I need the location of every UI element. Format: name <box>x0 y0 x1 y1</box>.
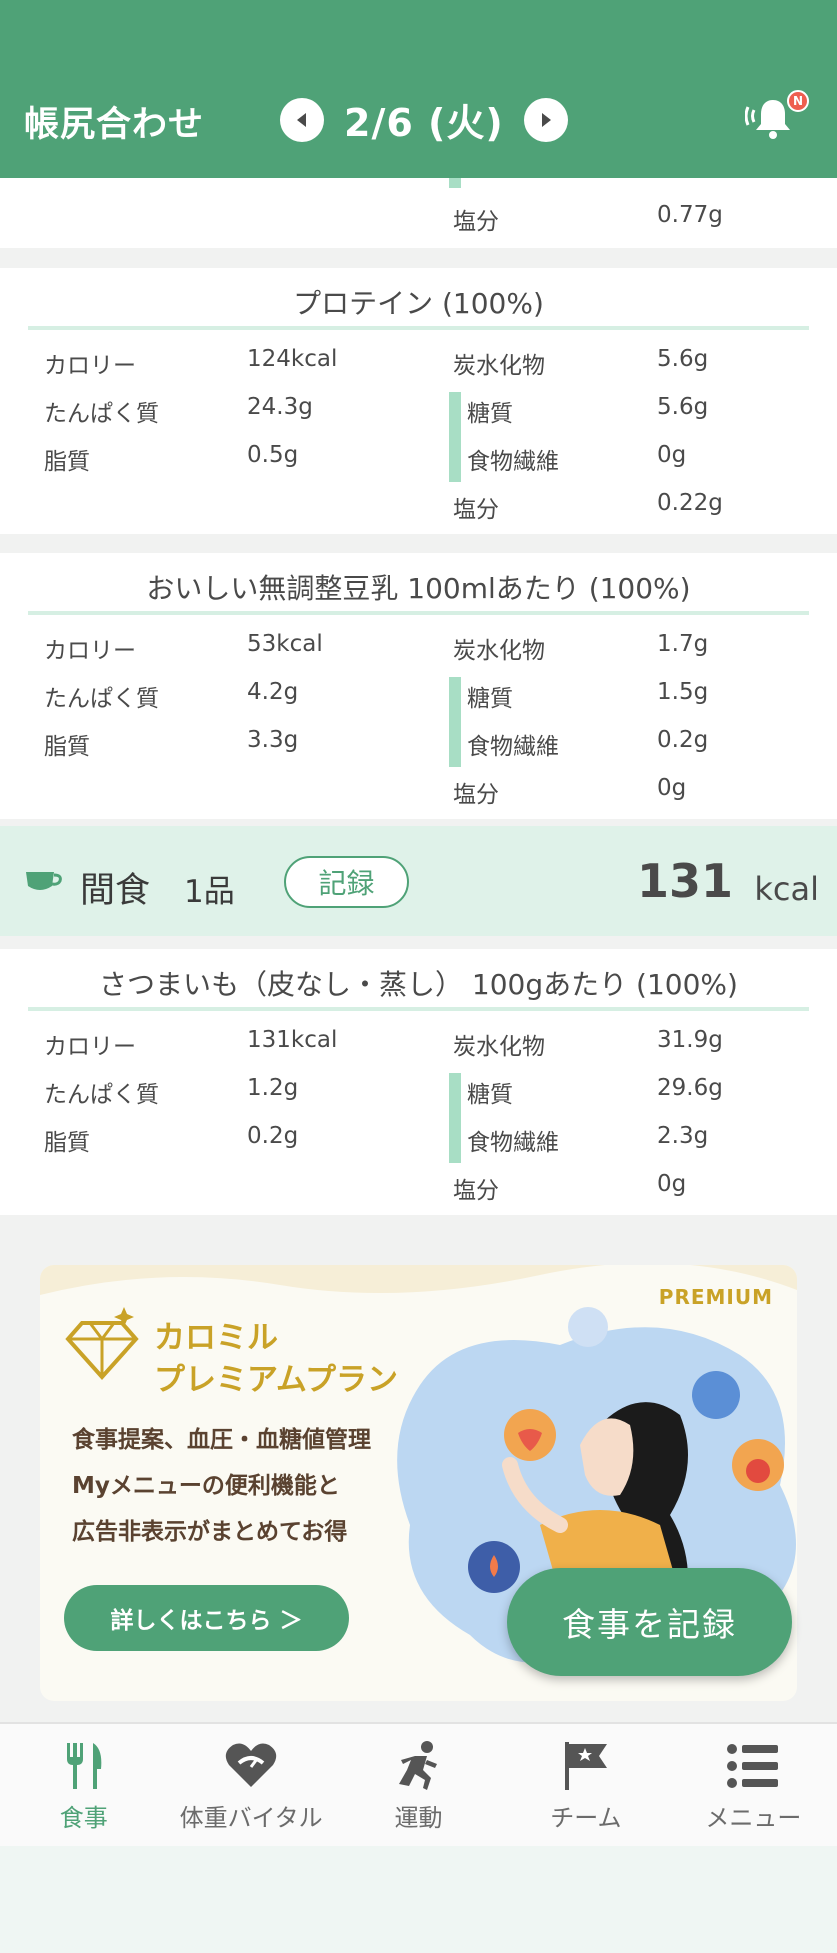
food-title: プロテイン (100%) <box>293 287 544 320</box>
fiber-value: 2.3g <box>657 1123 709 1149</box>
calorie-value: 131kcal <box>247 1027 338 1053</box>
cup-icon <box>26 872 62 890</box>
sugar-label: 糖質 <box>467 686 513 712</box>
carb-value: 31.9g <box>657 1027 723 1053</box>
system-area <box>0 1846 837 1953</box>
nav-label: 食事 <box>59 1804 108 1832</box>
fiber-label: 食物繊維 <box>467 449 559 475</box>
nav-item-team[interactable]: チーム <box>502 1724 669 1846</box>
current-date[interactable]: 2/6 (火) <box>344 92 504 147</box>
divider <box>28 1007 809 1011</box>
salt-value: 0g <box>657 775 687 801</box>
item-count: 1品 <box>184 874 235 910</box>
food-card[interactable]: おいしい無調整豆乳 100mlあたり (100%) カロリー 53kcal たん… <box>0 553 837 819</box>
nav-label: メニュー <box>705 1804 802 1832</box>
sub-nutrient-bar <box>449 178 461 188</box>
sub-nutrient-bar <box>449 677 461 767</box>
fat-value: 0.2g <box>247 1123 299 1149</box>
carb-value: 1.7g <box>657 631 709 657</box>
meal-section-header-snack: 間食 1品 記録 131 kcal <box>0 826 837 936</box>
salt-value: 0.77g <box>657 202 723 228</box>
food-card-partial: 塩分 0.77g <box>0 178 837 248</box>
fork-knife-icon <box>54 1738 114 1794</box>
heart-scale-icon <box>221 1738 281 1794</box>
divider <box>28 326 809 330</box>
nav-item-exercise[interactable]: 運動 <box>335 1724 502 1846</box>
nav-label: 運動 <box>394 1804 443 1832</box>
calorie-value: 124kcal <box>247 346 338 372</box>
flag-star-icon <box>556 1738 616 1794</box>
sugar-value: 5.6g <box>657 394 709 420</box>
carb-value: 5.6g <box>657 346 709 372</box>
notification-button[interactable]: N <box>744 90 809 146</box>
food-title: おいしい無調整豆乳 100mlあたり (100%) <box>146 572 691 605</box>
runner-icon <box>389 1738 449 1794</box>
notification-badge: N <box>787 90 809 112</box>
protein-value: 24.3g <box>247 394 313 420</box>
caret-left-icon <box>297 112 306 127</box>
fat-value: 3.3g <box>247 727 299 753</box>
fat-value: 0.5g <box>247 442 299 468</box>
salt-value: 0g <box>657 1171 687 1197</box>
protein-value: 4.2g <box>247 679 299 705</box>
snack-kcal-value: 131 <box>636 854 733 908</box>
caret-right-icon <box>541 112 551 127</box>
page-title: 帳尻合わせ <box>24 105 205 145</box>
protein-value: 1.2g <box>247 1075 299 1101</box>
carb-label: 炭水化物 <box>453 353 545 379</box>
fiber-label: 食物繊維 <box>467 734 559 760</box>
calorie-label: カロリー <box>44 353 136 379</box>
nav-label: 体重バイタル <box>179 1804 323 1832</box>
salt-label: 塩分 <box>453 209 499 235</box>
meal-label: 間食 <box>80 871 151 911</box>
bottom-navigation: 食事 体重バイタル 運動 チーム メニュー <box>0 1722 837 1846</box>
salt-label: 塩分 <box>453 497 499 523</box>
brand-name: カロミル プレミアムプラン <box>154 1320 398 1398</box>
sub-nutrient-bar <box>449 392 461 482</box>
fiber-value: 0.2g <box>657 727 709 753</box>
date-navigator: 2/6 (火) <box>280 92 568 147</box>
fiber-label: 食物繊維 <box>467 1130 559 1156</box>
sugar-value: 29.6g <box>657 1075 723 1101</box>
diamond-icon <box>65 1307 139 1380</box>
calorie-label: カロリー <box>44 1034 136 1060</box>
nav-label: チーム <box>550 1804 622 1832</box>
fiber-value: 0g <box>657 442 687 468</box>
kcal-unit: kcal <box>754 870 819 908</box>
sugar-value: 1.5g <box>657 679 709 705</box>
record-meal-fab[interactable]: 食事を記録 <box>507 1568 792 1676</box>
sugar-label: 糖質 <box>467 1082 513 1108</box>
banner-description: 食事提案、血圧・血糖値管理 Myメニューの便利機能と 広告非表示がまとめてお得 <box>72 1427 371 1545</box>
food-title: さつまいも（皮なし・蒸し） 100gあたり (100%) <box>99 968 738 1001</box>
fat-label: 脂質 <box>44 449 90 475</box>
nav-item-weight-vital[interactable]: 体重バイタル <box>167 1724 334 1846</box>
fat-label: 脂質 <box>44 734 90 760</box>
carb-label: 炭水化物 <box>453 638 545 664</box>
premium-tag: PREMIUM <box>658 1285 773 1309</box>
next-day-button[interactable] <box>523 97 568 142</box>
protein-label: たんぱく質 <box>44 1082 159 1108</box>
carb-label: 炭水化物 <box>453 1034 545 1060</box>
divider <box>28 611 809 615</box>
salt-label: 塩分 <box>453 1178 499 1204</box>
protein-label: たんぱく質 <box>44 686 159 712</box>
calorie-label: カロリー <box>44 638 136 664</box>
fat-label: 脂質 <box>44 1130 90 1156</box>
food-card[interactable]: さつまいも（皮なし・蒸し） 100gあたり (100%) カロリー 131kca… <box>0 949 837 1215</box>
app-header: 帳尻合わせ 2/6 (火) N <box>0 0 837 178</box>
record-button[interactable]: 記録 <box>284 856 409 908</box>
sugar-label: 糖質 <box>467 401 513 427</box>
calorie-value: 53kcal <box>247 631 323 657</box>
details-button[interactable]: 詳しくはこちら ＞ <box>64 1585 349 1651</box>
nav-item-meal[interactable]: 食事 <box>0 1724 167 1846</box>
nav-item-menu[interactable]: メニュー <box>670 1724 837 1846</box>
protein-label: たんぱく質 <box>44 401 159 427</box>
sub-nutrient-bar <box>449 1073 461 1163</box>
previous-day-button[interactable] <box>280 97 324 142</box>
food-card[interactable]: プロテイン (100%) カロリー 124kcal たんぱく質 24.3g 脂質… <box>0 268 837 534</box>
list-icon <box>723 1738 783 1794</box>
salt-value: 0.22g <box>657 490 723 516</box>
salt-label: 塩分 <box>453 782 499 808</box>
